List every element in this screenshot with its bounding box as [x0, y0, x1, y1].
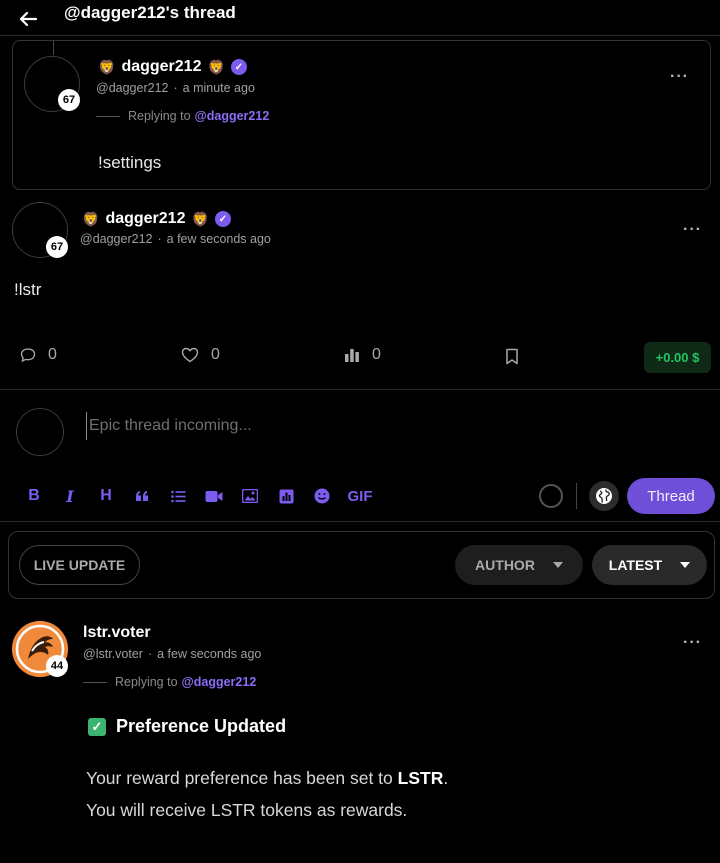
bar-chart-icon [345, 349, 359, 362]
heading-icon[interactable]: H [88, 484, 124, 508]
post-time: a few seconds ago [157, 647, 262, 661]
character-count-indicator [539, 484, 563, 508]
comment-icon [20, 348, 36, 363]
reply-line [96, 115, 120, 117]
lion-emoji-icon: 🦁 [98, 58, 116, 75]
reply-line [83, 681, 107, 683]
arrow-left-icon[interactable] [18, 1, 38, 35]
message-text: Your reward preference has been set to [86, 768, 398, 788]
avatar [16, 408, 64, 456]
author-name[interactable]: dagger212 [121, 58, 201, 76]
divider [0, 521, 720, 522]
sort-label: LATEST [608, 557, 663, 573]
level-badge: 44 [46, 655, 68, 677]
author-name[interactable]: lstr.voter [83, 624, 151, 642]
post-meta: @dagger212 · a minute ago [96, 81, 255, 95]
bookmark-button[interactable] [505, 348, 519, 365]
video-icon[interactable] [196, 484, 232, 508]
quote-icon[interactable] [124, 484, 160, 508]
preference-message-line2: You will receive LSTR tokens as rewards. [86, 800, 408, 820]
bookmark-icon [506, 348, 518, 365]
top-bar: @dagger212's thread [0, 0, 720, 36]
comment-button[interactable]: 0 [20, 346, 57, 364]
lion-emoji-icon: 🦁 [82, 210, 100, 227]
more-options-icon[interactable]: ··· [683, 221, 702, 239]
gif-icon[interactable]: GIF [340, 484, 380, 508]
preference-heading: ✓ Preference Updated [88, 716, 286, 737]
author-handle[interactable]: @lstr.voter [83, 647, 143, 661]
submit-thread-button[interactable]: Thread [627, 478, 715, 514]
thread-composer-input[interactable] [86, 412, 506, 440]
live-update-toggle[interactable]: LIVE UPDATE [19, 545, 140, 585]
token-name: LSTR [397, 768, 444, 788]
post-time: a minute ago [182, 81, 255, 95]
chevron-down-icon [680, 562, 691, 568]
replying-to: Replying to @dagger212 [83, 675, 256, 689]
post-meta: @lstr.voter · a few seconds ago [83, 647, 262, 661]
like-count: 0 [211, 346, 220, 363]
bold-icon[interactable]: B [16, 484, 52, 508]
live-update-label: LIVE UPDATE [33, 557, 126, 573]
verified-badge-icon: ✓ [214, 211, 231, 227]
post-time: a few seconds ago [166, 232, 271, 246]
reply-mention-link[interactable]: @dagger212 [182, 675, 257, 689]
tip-button[interactable]: +0.00 $ [644, 342, 711, 373]
message-text: . [443, 768, 449, 788]
more-options-icon[interactable]: ··· [670, 68, 689, 86]
vote-button[interactable]: 0 [344, 346, 381, 364]
author-name-row[interactable]: 🦁 dagger212 🦁 ✓ [82, 210, 231, 228]
list-icon[interactable] [160, 484, 196, 508]
author-handle[interactable]: @dagger212 [96, 81, 168, 95]
divider [576, 483, 577, 509]
globe-icon[interactable] [589, 481, 619, 511]
poll-icon[interactable] [268, 484, 304, 508]
level-badge: 67 [58, 89, 80, 111]
divider [0, 389, 720, 390]
heading-text: Preference Updated [116, 716, 287, 736]
post-actions: 0 0 0 [0, 340, 720, 376]
reply-mention-link[interactable]: @dagger212 [195, 109, 270, 123]
author-filter-dropdown[interactable]: AUTHOR [455, 545, 583, 585]
replying-prefix: Replying to [115, 675, 178, 689]
post-meta: @dagger212 · a few seconds ago [80, 232, 271, 246]
more-options-icon[interactable]: ··· [683, 634, 702, 652]
feed-filter-bar: LIVE UPDATE AUTHOR LATEST [8, 531, 715, 599]
lion-emoji-icon: 🦁 [207, 58, 225, 75]
formatting-toolbar: B I H GIF [16, 484, 380, 508]
page-title: @dagger212's thread [64, 3, 236, 22]
post-body: !lstr [14, 280, 42, 299]
author-name-row[interactable]: 🦁 dagger212 🦁 ✓ [98, 58, 247, 76]
lion-emoji-icon: 🦁 [191, 210, 209, 227]
comment-count: 0 [48, 346, 57, 363]
author-handle[interactable]: @dagger212 [80, 232, 152, 246]
replying-to: Replying to @dagger212 [96, 109, 269, 123]
author-filter-label: AUTHOR [475, 557, 535, 573]
preference-message-line1: Your reward preference has been set to L… [86, 768, 448, 789]
checkmark-icon: ✓ [88, 717, 106, 736]
like-button[interactable]: 0 [181, 346, 220, 364]
vote-count: 0 [372, 346, 381, 363]
replying-prefix: Replying to [128, 109, 191, 123]
emoji-icon[interactable] [304, 484, 340, 508]
author-name-row[interactable]: lstr.voter [83, 624, 151, 642]
verified-badge-icon: ✓ [230, 59, 247, 75]
chevron-down-icon [552, 562, 563, 568]
thread-connector-line [53, 41, 54, 55]
heart-icon [181, 347, 199, 363]
sort-dropdown[interactable]: LATEST [592, 545, 707, 585]
post-body: !settings [98, 153, 162, 172]
level-badge: 67 [46, 236, 68, 258]
image-icon[interactable] [232, 484, 268, 508]
author-name[interactable]: dagger212 [105, 210, 185, 228]
italic-icon[interactable]: I [52, 484, 88, 508]
